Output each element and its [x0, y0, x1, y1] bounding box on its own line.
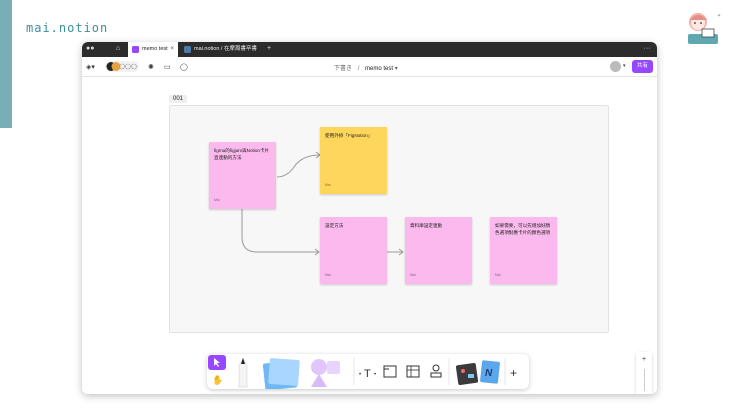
home-icon[interactable]: ⌂: [114, 45, 122, 53]
browser-tab-bar: ●● ⌂ memo test × mai.notion / 在摩周書卒書 + ·…: [82, 42, 657, 57]
sticky-note[interactable]: 資料庫設定連動 Mai: [405, 217, 472, 284]
avatar-chevron-icon[interactable]: ▾: [623, 63, 626, 69]
svg-text:+: +: [510, 366, 517, 380]
breadcrumb: 下書き / memo test ▾: [334, 63, 398, 72]
sticky-text: 使用外掛「FigNotion」: [325, 133, 373, 138]
breadcrumb-separator: /: [357, 66, 360, 72]
section-tool[interactable]: [383, 365, 397, 378]
marker-tool[interactable]: [238, 357, 248, 388]
shape-tool[interactable]: [311, 359, 340, 387]
sticky-author: Mai: [495, 272, 501, 277]
sticky-note[interactable]: 設定方法 Mai: [320, 217, 387, 284]
more-options-icon[interactable]: ···: [643, 45, 651, 53]
sticky-author: Mai: [410, 272, 416, 277]
hand-tool[interactable]: ✋: [212, 374, 223, 385]
more-tools-button[interactable]: +: [510, 366, 517, 380]
browser-window: ●● ⌂ memo test × mai.notion / 在摩周書卒書 + ·…: [82, 42, 657, 394]
svg-text:T: T: [364, 368, 371, 380]
window-controls-icon[interactable]: ●●: [86, 45, 94, 53]
new-tab-icon[interactable]: +: [265, 45, 273, 53]
left-accent-stripe: [0, 0, 12, 128]
tool-dock: ✋ • T • N +: [207, 354, 529, 389]
svg-text:✦: ✦: [717, 13, 721, 19]
sticky-note[interactable]: 使用外掛「FigNotion」 Mai: [320, 127, 387, 194]
sticky-text: figma的figjam與Notion卡片直連動的方法: [214, 148, 270, 160]
zoom-in-button[interactable]: +: [636, 356, 652, 363]
breadcrumb-drafts[interactable]: 下書き: [334, 66, 352, 72]
stamp-tool[interactable]: [430, 364, 442, 378]
tab-mai-notion[interactable]: mai.notion / 在摩周書卒書: [180, 42, 264, 57]
sticky-text: 設定方法: [325, 223, 344, 228]
tab-label: memo test: [142, 46, 168, 52]
text-tool[interactable]: • T •: [359, 368, 376, 380]
sticky-text: 如果需要，可以先增加好顏色選項對應卡片的顏色選項: [495, 223, 551, 235]
plugins-widgets-tool[interactable]: N: [455, 360, 500, 386]
sticky-text: 資料庫設定連動: [410, 223, 443, 228]
avatar-stack-icon: [106, 62, 137, 71]
main-menu-icon[interactable]: ◈▾: [86, 63, 95, 71]
sticky-author: Mai: [214, 197, 220, 202]
avatars-group[interactable]: [105, 61, 139, 72]
canvas[interactable]: 001 figma的figjam與Notion卡片直連動的方法 Mai 使用外掛…: [82, 77, 657, 394]
sticky-author: Mai: [325, 272, 331, 277]
svg-text:•: •: [359, 372, 361, 378]
sticky-note-tool[interactable]: [262, 358, 300, 389]
figma-favicon-icon: [184, 46, 191, 53]
tab-memo-test[interactable]: memo test ×: [128, 42, 178, 57]
figjam-favicon-icon: [132, 46, 139, 53]
user-avatar[interactable]: [610, 61, 621, 72]
chevron-down-icon[interactable]: ▾: [395, 66, 398, 72]
mascot-illustration: ✦: [688, 13, 721, 44]
select-tool[interactable]: [208, 355, 226, 370]
svg-text:•: •: [374, 372, 376, 378]
brand-logo: mai.notion: [26, 21, 109, 35]
file-toolbar: ◈▾ ✺ ▭ ◯ 下書き / memo test ▾ ▾ 共有: [82, 57, 657, 77]
table-tool[interactable]: [406, 365, 420, 378]
tab-label: mai.notion / 在摩周書卒書: [194, 46, 257, 52]
share-button[interactable]: 共有: [632, 60, 653, 73]
zoom-slider[interactable]: [643, 369, 645, 391]
sticky-note[interactable]: 如果需要，可以先增加好顏色選項對應卡片的顏色選項 Mai: [490, 217, 557, 284]
svg-text:N: N: [485, 368, 493, 379]
sticky-author: Mai: [325, 182, 331, 187]
svg-text:✋: ✋: [212, 374, 223, 385]
close-tab-icon[interactable]: ×: [170, 42, 174, 57]
ai-sparkle-icon[interactable]: ✺: [148, 63, 154, 71]
sticky-note[interactable]: figma的figjam與Notion卡片直連動的方法 Mai: [209, 142, 276, 209]
frame-label[interactable]: 001: [169, 95, 188, 103]
zoom-controls: + −: [636, 352, 652, 394]
file-name[interactable]: memo test: [365, 66, 393, 72]
comment-icon[interactable]: ◯: [180, 63, 188, 71]
layout-panel-icon[interactable]: ▭: [164, 63, 171, 71]
